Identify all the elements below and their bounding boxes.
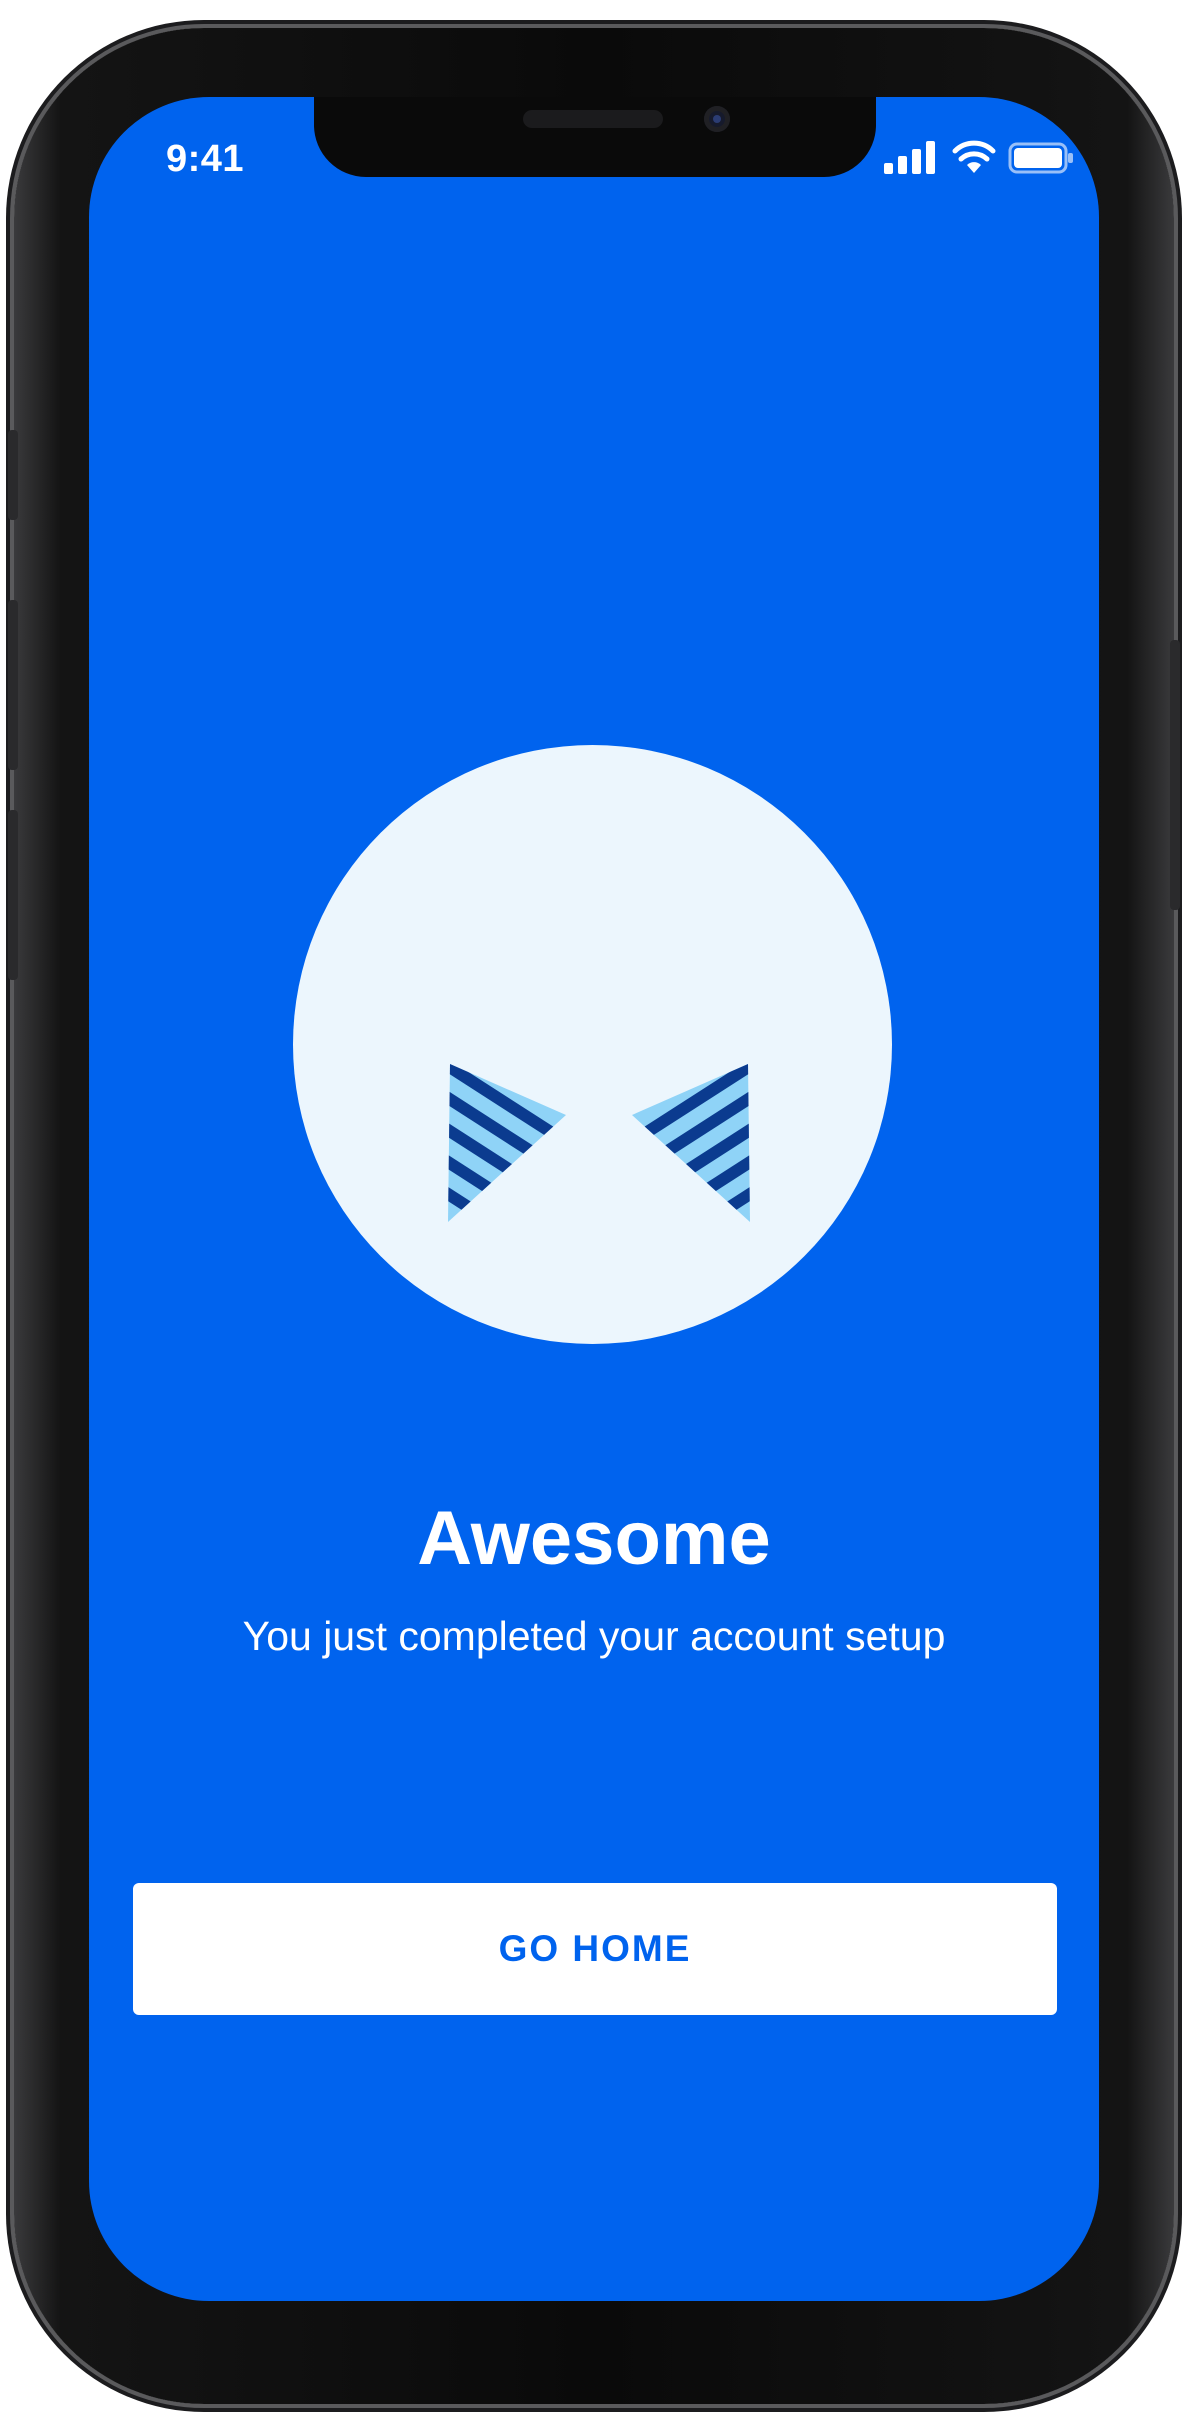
hero-illustration-circle	[293, 745, 892, 1344]
phone-side-button-left-2	[8, 600, 18, 770]
bowtie-icon	[448, 1064, 750, 1222]
go-home-button[interactable]: GO HOME	[133, 1883, 1057, 2015]
front-camera	[704, 106, 730, 132]
phone-side-button-left-1	[8, 430, 18, 520]
battery-icon	[1008, 142, 1073, 174]
signal-bars-icon	[884, 141, 935, 174]
wifi-icon	[952, 140, 996, 173]
status-time: 9:41	[166, 138, 245, 180]
page-subtitle: You just completed your account setup	[242, 1613, 946, 1659]
phone-side-button-left-3	[8, 810, 18, 980]
phone-notch	[314, 97, 876, 177]
page-title: Awesome	[417, 1496, 771, 1581]
phone-speaker	[523, 110, 663, 128]
phone-side-button-right	[1170, 640, 1180, 910]
